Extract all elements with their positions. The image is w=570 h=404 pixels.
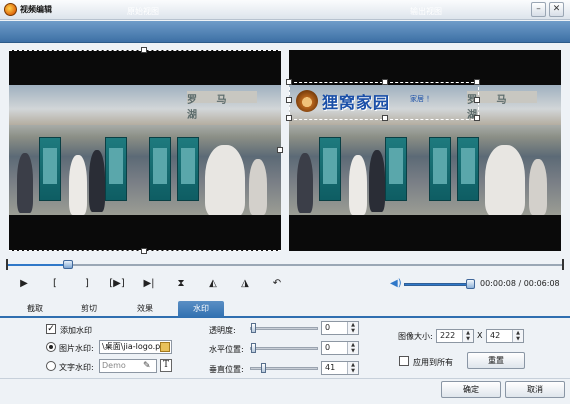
video-frame: 罗 马 湖 xyxy=(9,85,281,215)
size-times-label: X xyxy=(477,331,483,340)
volume-icon[interactable]: ◀) xyxy=(390,278,402,290)
street-sign: 罗 马 湖 xyxy=(187,91,257,121)
enable-watermark-label: 添加水印 xyxy=(60,326,92,335)
opacity-label: 透明度: xyxy=(209,326,236,335)
watermark-handle-bl[interactable] xyxy=(286,115,292,121)
image-width-stepper[interactable]: 222 ▲ ▼ xyxy=(436,329,474,343)
tab-trim[interactable]: 截取 xyxy=(12,301,58,318)
crop-handle-bottom[interactable] xyxy=(141,248,147,254)
crop-handle-right[interactable] xyxy=(277,147,283,153)
opacity-slider[interactable] xyxy=(250,327,318,330)
mark-in-button[interactable]: [ xyxy=(46,276,64,292)
original-view-label: 原始视图 xyxy=(127,7,159,16)
watermark-sub-text: 家居 ！ xyxy=(410,95,434,103)
vertical-position-label: 垂直位置: xyxy=(209,365,244,374)
ok-button[interactable]: 确定 xyxy=(441,381,501,398)
image-height-stepper[interactable]: 42 ▲ ▼ xyxy=(486,329,524,343)
mascot-logo-icon xyxy=(296,90,318,112)
mark-out-button[interactable]: ] xyxy=(78,276,96,292)
time-duration: 00:06:08 xyxy=(523,279,560,288)
watermark-brand-text: 狸窝家园 xyxy=(322,93,391,112)
enable-watermark-checkbox[interactable]: ✓ xyxy=(46,324,56,334)
edit-tabs: 截取 剪切 效果 水印 xyxy=(0,300,570,318)
text-watermark-radio[interactable] xyxy=(46,361,56,371)
reset-button[interactable]: 重置 xyxy=(467,352,525,369)
horizontal-position-thumb[interactable] xyxy=(251,343,256,353)
window-title: 视频编辑 xyxy=(20,5,52,14)
time-position: 00:00:08 xyxy=(480,279,516,288)
next-frame-button[interactable]: ▶| xyxy=(140,276,158,292)
opacity-thumb[interactable] xyxy=(251,323,256,333)
app-logo-icon xyxy=(4,3,17,16)
view-header xyxy=(0,21,570,43)
apply-to-all-label: 应用到所有 xyxy=(413,358,453,367)
watermark-handle-left[interactable] xyxy=(286,97,292,103)
browse-folder-icon[interactable] xyxy=(160,342,170,352)
horizontal-position-slider[interactable] xyxy=(250,347,318,350)
timeline-thumb[interactable] xyxy=(62,260,73,269)
opacity-stepper[interactable]: 0 ▲ ▼ xyxy=(321,321,359,335)
image-size-label: 图像大小: xyxy=(398,332,433,341)
apply-to-all-checkbox[interactable] xyxy=(399,356,409,366)
original-preview[interactable]: 罗 马 湖 xyxy=(9,47,283,254)
watermark-handle-br[interactable] xyxy=(474,115,480,121)
volume-thumb[interactable] xyxy=(466,279,475,289)
crop-handle-top[interactable] xyxy=(141,47,147,53)
flip-vertical-button[interactable]: ⧗ xyxy=(172,276,190,292)
tab-watermark[interactable]: 水印 xyxy=(178,301,224,318)
volume-slider[interactable] xyxy=(404,283,474,286)
image-watermark-radio[interactable] xyxy=(46,342,56,352)
close-button[interactable]: ✕ xyxy=(549,2,564,17)
footer-divider xyxy=(0,378,570,379)
horizontal-position-stepper[interactable]: 0 ▲ ▼ xyxy=(321,341,359,355)
timeline-progress xyxy=(8,264,69,266)
vertical-position-stepper[interactable]: 41 ▲ ▼ xyxy=(321,361,359,375)
image-watermark-label: 图片水印: xyxy=(59,344,94,353)
minimize-button[interactable]: – xyxy=(531,2,546,17)
timeline-end-marker[interactable] xyxy=(562,259,564,270)
watermark-overlay[interactable]: 狸窝家园 家居 ！ xyxy=(286,79,480,121)
cancel-button[interactable]: 取消 xyxy=(505,381,565,398)
undo-button[interactable]: ↶ xyxy=(268,276,286,292)
vertical-position-thumb[interactable] xyxy=(261,363,266,373)
output-preview[interactable]: 罗 马 湖 狸窝家园 家居 ！ xyxy=(286,50,561,251)
pen-icon[interactable]: ✎ xyxy=(143,361,155,371)
watermark-handle-right[interactable] xyxy=(474,97,480,103)
tab-crop[interactable]: 剪切 xyxy=(66,301,112,318)
watermark-handle-tr[interactable] xyxy=(474,79,480,85)
rotate-left-button[interactable]: ◭ xyxy=(204,276,222,292)
time-readout: 00:00:08 / 00:06:08 xyxy=(480,279,560,288)
play-segment-button[interactable]: [▶] xyxy=(108,276,126,292)
play-button[interactable]: ▶ xyxy=(15,276,33,292)
tab-effects[interactable]: 效果 xyxy=(122,301,168,318)
watermark-handle-bottom[interactable] xyxy=(382,115,388,121)
watermark-handle-tl[interactable] xyxy=(286,79,292,85)
timeline-slider[interactable] xyxy=(6,259,564,270)
horizontal-position-label: 水平位置: xyxy=(209,345,244,354)
text-watermark-label: 文字水印: xyxy=(59,363,94,372)
rotate-right-button[interactable]: ◮ xyxy=(236,276,254,292)
text-font-icon[interactable]: T xyxy=(160,359,172,372)
watermark-handle-top[interactable] xyxy=(382,79,388,85)
output-view-label: 输出视图 xyxy=(410,7,442,16)
